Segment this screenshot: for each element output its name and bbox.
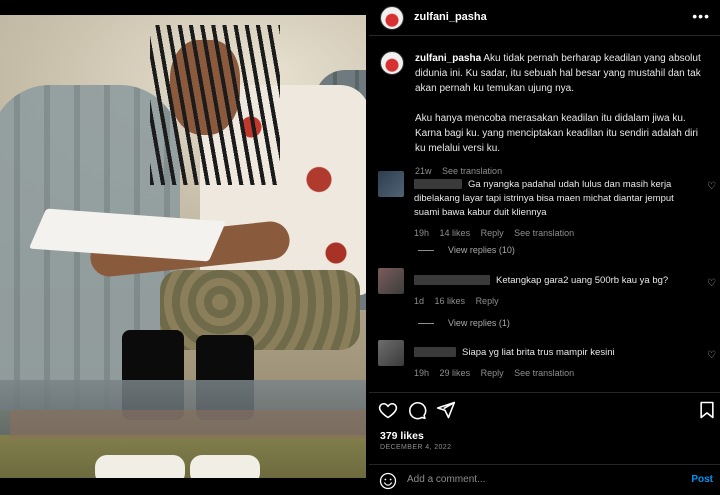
comment-avatar[interactable] xyxy=(378,171,404,197)
view-replies-line xyxy=(418,323,434,325)
comment-translate-link[interactable]: See translation xyxy=(514,368,574,378)
post-comment-button[interactable]: Post xyxy=(691,474,713,485)
photo-shoe-right xyxy=(190,455,260,478)
comment-username-redacted[interactable] xyxy=(414,275,490,286)
comment-body: Ga nyangka padahal udah lulus dan masih … xyxy=(414,178,699,240)
view-replies-label: View replies (1) xyxy=(448,318,510,328)
caption-translate-link[interactable]: See translation xyxy=(442,166,502,176)
comment-like-heart-icon[interactable]: ♡ xyxy=(707,181,716,192)
post-header: zulfani_pasha ••• xyxy=(369,0,720,36)
share-send-icon[interactable] xyxy=(436,400,456,420)
caption-paragraph-2: Aku hanya mencoba merasakan keadilan itu… xyxy=(415,113,698,154)
comment-bubble-icon[interactable] xyxy=(407,400,427,420)
view-replies-button[interactable]: View replies (1) xyxy=(418,318,510,328)
comment-meta: 1d 16 likes Reply xyxy=(414,294,699,308)
post-date: DECEMBER 4, 2022 xyxy=(380,444,452,451)
comment-time: 19h xyxy=(414,368,430,378)
post-action-bar xyxy=(369,392,720,422)
emoji-icon[interactable] xyxy=(379,472,397,490)
view-replies-button[interactable]: View replies (10) xyxy=(418,245,515,255)
comment-body: Ketangkap gara2 uang 500rb kau ya bg? 1d… xyxy=(414,274,699,308)
photo-person-hair xyxy=(150,25,280,185)
comment-translate-link[interactable]: See translation xyxy=(514,228,574,238)
comment-time: 19h xyxy=(414,228,430,238)
comment-username-redacted[interactable] xyxy=(414,347,456,358)
photo-shoe-left xyxy=(95,455,185,478)
comment-avatar[interactable] xyxy=(378,268,404,294)
comment-likes[interactable]: 14 likes xyxy=(440,228,471,238)
view-replies-label: View replies (10) xyxy=(448,245,515,255)
comment-body: Siapa yg liat brita trus mampir kesini 1… xyxy=(414,346,699,380)
add-comment-bar: Add a comment... Post xyxy=(369,464,720,495)
comment-reply-button[interactable]: Reply xyxy=(481,368,504,378)
comment-like-heart-icon[interactable]: ♡ xyxy=(707,278,716,289)
comment-input[interactable]: Add a comment... xyxy=(407,474,485,485)
caption-username[interactable]: zulfani_pasha xyxy=(415,53,481,64)
comment-username-redacted[interactable] xyxy=(414,179,462,190)
post-photo[interactable] xyxy=(0,15,366,478)
caption-time: 21w xyxy=(415,166,432,176)
caption-avatar[interactable] xyxy=(380,51,404,75)
photo-person-shorts xyxy=(160,270,360,350)
comment-likes[interactable]: 16 likes xyxy=(435,296,466,306)
caption-meta: 21w See translation xyxy=(415,164,705,179)
post-likes-count[interactable]: 379 likes xyxy=(380,430,424,442)
like-heart-icon[interactable] xyxy=(378,400,398,420)
more-options-icon[interactable]: ••• xyxy=(692,8,710,24)
comment-text: Ketangkap gara2 uang 500rb kau ya bg? xyxy=(496,275,669,286)
comment-meta: 19h 29 likes Reply See translation xyxy=(414,366,699,380)
comment-likes[interactable]: 29 likes xyxy=(440,368,471,378)
comment-reply-button[interactable]: Reply xyxy=(481,228,504,238)
comment-time: 1d xyxy=(414,296,425,306)
photo-foreground-bench xyxy=(10,410,366,438)
comment-text: Siapa yg liat brita trus mampir kesini xyxy=(462,347,615,358)
caption-text: zulfani_pasha Aku tidak pernah berharap … xyxy=(415,51,705,179)
post-side-panel: zulfani_pasha ••• zulfani_pasha Aku tida… xyxy=(369,0,720,495)
comment-meta: 19h 14 likes Reply See translation xyxy=(414,226,699,240)
view-replies-line xyxy=(418,250,434,252)
bookmark-save-icon[interactable] xyxy=(697,400,717,420)
header-username[interactable]: zulfani_pasha xyxy=(414,11,487,23)
comment-like-heart-icon[interactable]: ♡ xyxy=(707,350,716,361)
comment-reply-button[interactable]: Reply xyxy=(476,296,499,306)
avatar[interactable] xyxy=(380,6,404,30)
comment-avatar[interactable] xyxy=(378,340,404,366)
